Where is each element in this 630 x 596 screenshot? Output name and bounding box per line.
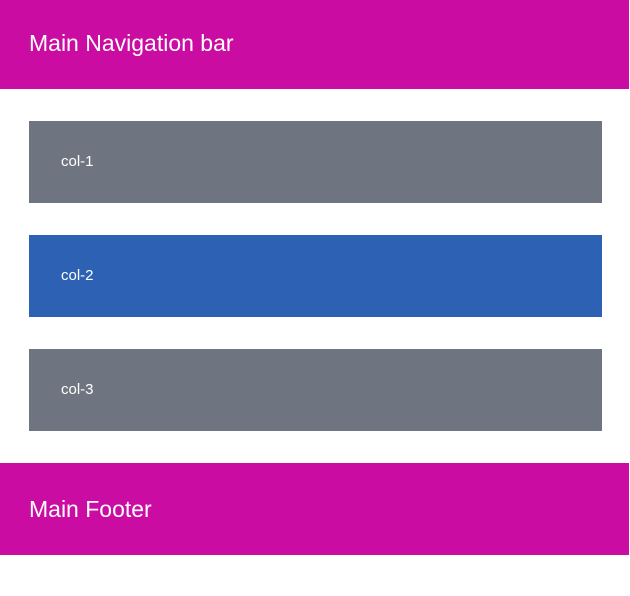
column-1-label: col-1	[61, 153, 94, 170]
nav-title: Main Navigation bar	[29, 30, 234, 56]
main-navigation-bar: Main Navigation bar	[0, 0, 629, 89]
column-2-label: col-2	[61, 267, 94, 284]
column-2: col-2	[29, 235, 602, 317]
column-3: col-3	[29, 349, 602, 431]
main-footer: Main Footer	[0, 463, 629, 555]
column-1: col-1	[29, 121, 602, 203]
column-3-label: col-3	[61, 381, 94, 398]
footer-title: Main Footer	[29, 496, 152, 522]
